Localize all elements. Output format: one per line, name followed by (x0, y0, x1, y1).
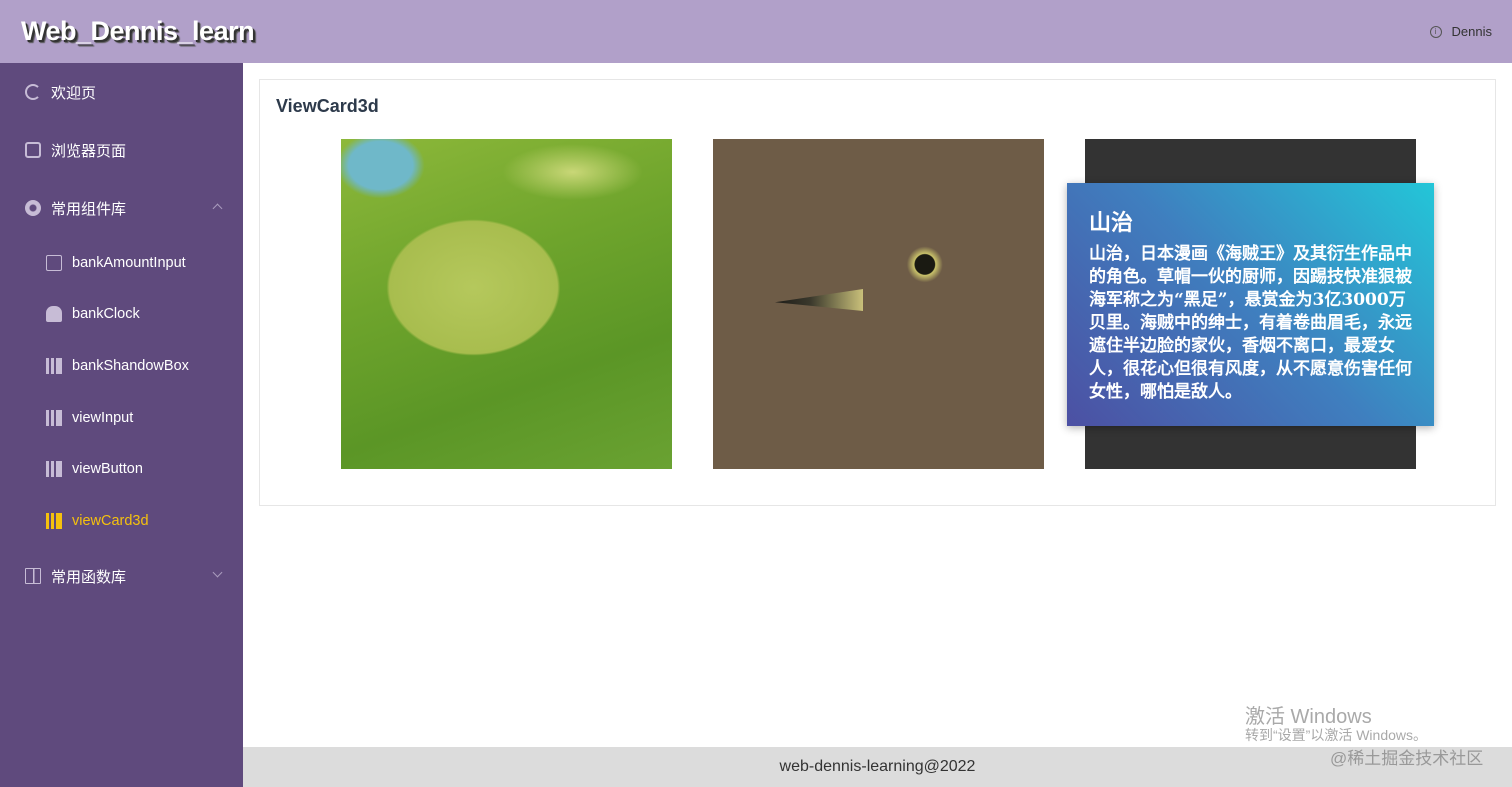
user-area[interactable]: i Dennis (1429, 24, 1492, 39)
gear-icon (25, 200, 41, 216)
sidebar-item-viewbutton[interactable]: viewButton (0, 449, 243, 489)
book-icon (46, 461, 62, 477)
book-icon (46, 410, 62, 426)
card-description: 山治，日本漫画《海贼王》及其衍生作品中的角色。草帽一伙的厨师，因踢技快准狠被海军… (1089, 244, 1412, 402)
sidebar-item-label: 浏览器页面 (51, 142, 127, 160)
page-title: ViewCard3d (276, 96, 379, 116)
card-text-3d[interactable]: 山治 山治，日本漫画《海贼王》及其衍生作品中的角色。草帽一伙的厨师，因踢技快准狠… (1067, 139, 1434, 469)
chevron-down-icon (212, 567, 223, 578)
footer: web-dennis-learning@2022 (243, 747, 1512, 787)
sidebar-item-bankamountinput[interactable]: bankAmountInput (0, 243, 243, 283)
sidebar-item-label: viewInput (72, 410, 134, 426)
sidebar-item-viewcard3d[interactable]: viewCard3d (0, 501, 243, 541)
main-content: ViewCard3d 山治 山治，日本漫画《海贼王》及其衍生作品中的角色。草帽一… (243, 63, 1512, 747)
sidebar-item-bankclock[interactable]: bankClock (0, 294, 243, 334)
bird-beak-shape (775, 289, 863, 311)
card-text-overlay: 山治 山治，日本漫画《海贼王》及其衍生作品中的角色。草帽一伙的厨师，因踢技快准狠… (1067, 183, 1434, 426)
card-title: 山治 (1089, 210, 1134, 236)
sidebar-item-label: 欢迎页 (51, 84, 97, 102)
card-bird-image[interactable] (713, 139, 1044, 469)
sidebar: 欢迎页 浏览器页面 常用组件库 bankAmountInput bankCloc… (0, 63, 243, 787)
card-heart-meadow-image[interactable] (341, 139, 672, 469)
app-logo[interactable]: Web_Dennis_learn (21, 16, 255, 47)
chevron-up-icon (212, 203, 223, 214)
book-icon (46, 358, 62, 374)
card-panel: ViewCard3d 山治 山治，日本漫画《海贼王》及其衍生作品中的角色。草帽一… (259, 79, 1496, 506)
refresh-icon (25, 84, 41, 100)
book-icon (46, 513, 62, 529)
sidebar-item-label: viewButton (72, 461, 143, 477)
user-name[interactable]: Dennis (1452, 24, 1492, 39)
top-header: Web_Dennis_learn i Dennis (0, 0, 1512, 63)
sidebar-item-welcome[interactable]: 欢迎页 (0, 72, 243, 112)
sidebar-item-label: viewCard3d (72, 513, 149, 529)
open-book-icon (25, 568, 41, 584)
sidebar-item-label: bankShandowBox (72, 358, 189, 374)
sidebar-item-components[interactable]: 常用组件库 (0, 188, 243, 228)
sidebar-item-bankshandowbox[interactable]: bankShandowBox (0, 346, 243, 386)
source-credit: @稀土掘金技术社区 (1330, 749, 1484, 768)
video-icon (46, 255, 62, 271)
sidebar-item-label: 常用组件库 (51, 200, 127, 218)
sidebar-item-browser[interactable]: 浏览器页面 (0, 130, 243, 170)
sidebar-item-label: bankClock (72, 306, 140, 322)
browser-icon (25, 142, 41, 158)
sidebar-item-functions[interactable]: 常用函数库 (0, 556, 243, 596)
bell-icon (46, 306, 62, 322)
sidebar-item-label: bankAmountInput (72, 255, 186, 271)
windows-activation-hint: 转到“设置”以激活 Windows。 (1245, 727, 1428, 743)
info-circle-icon[interactable]: i (1429, 25, 1442, 38)
sidebar-item-viewinput[interactable]: viewInput (0, 398, 243, 438)
sidebar-item-label: 常用函数库 (51, 568, 127, 586)
